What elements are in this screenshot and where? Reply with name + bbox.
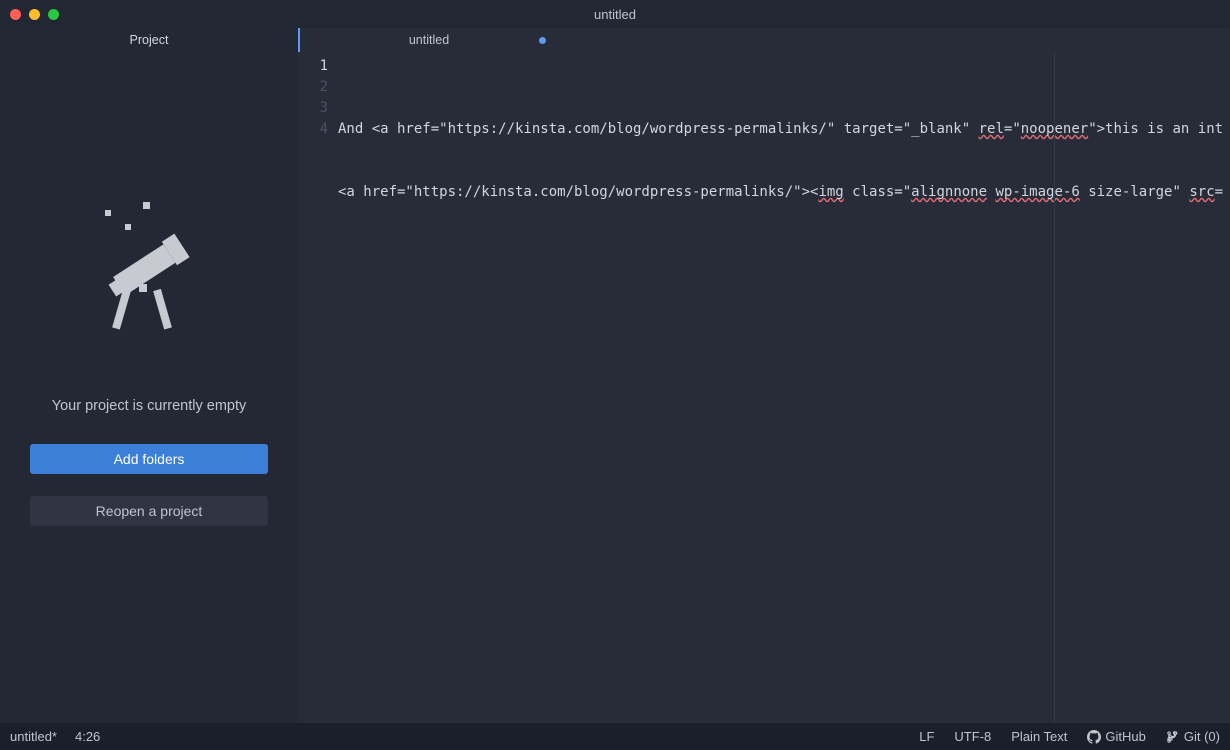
line-number: 4: [298, 119, 328, 140]
code-line[interactable]: And <a href="https://kinsta.com/blog/wor…: [338, 119, 1230, 140]
line-number: 1: [298, 56, 328, 77]
code-line[interactable]: [338, 140, 1230, 161]
status-filename[interactable]: untitled*: [10, 729, 57, 744]
horizontal-scrollbar[interactable]: [338, 711, 1230, 719]
title-bar: untitled: [0, 0, 1230, 28]
add-folders-button[interactable]: Add folders: [30, 444, 268, 474]
sidebar-tab-label: Project: [130, 33, 169, 47]
status-github-label: GitHub: [1105, 729, 1145, 744]
editor-tab-title: untitled: [409, 33, 449, 47]
code-content[interactable]: And <a href="https://kinsta.com/blog/wor…: [338, 52, 1230, 723]
sidebar: Project Your project is c: [0, 28, 298, 723]
dirty-indicator-icon: [539, 37, 546, 44]
status-encoding[interactable]: UTF-8: [954, 729, 991, 744]
close-window-button[interactable]: [10, 9, 21, 20]
editor-tabs: untitled: [298, 28, 1230, 52]
status-github[interactable]: GitHub: [1087, 729, 1145, 744]
status-line-ending[interactable]: LF: [919, 729, 934, 744]
wrap-guide: [1054, 52, 1055, 723]
status-grammar[interactable]: Plain Text: [1011, 729, 1067, 744]
telescope-icon: [99, 198, 199, 338]
reopen-project-button[interactable]: Reopen a project: [30, 496, 268, 526]
project-empty-state: Your project is currently empty Add fold…: [0, 52, 298, 723]
status-bar: untitled* 4:26 LF UTF-8 Plain Text GitHu…: [0, 723, 1230, 750]
github-icon: [1087, 730, 1101, 744]
code-line[interactable]: <a href="https://kinsta.com/blog/wordpre…: [338, 182, 1230, 203]
traffic-lights: [10, 9, 59, 20]
status-cursor-position[interactable]: 4:26: [75, 729, 100, 744]
editor-tab-untitled[interactable]: untitled: [298, 28, 560, 52]
minimize-window-button[interactable]: [29, 9, 40, 20]
line-number-gutter: 1234: [298, 52, 338, 723]
empty-project-message: Your project is currently empty: [52, 398, 247, 414]
main-body: Project Your project is c: [0, 28, 1230, 723]
code-line[interactable]: [338, 161, 1230, 182]
status-git[interactable]: Git (0): [1166, 729, 1220, 744]
window-title: untitled: [594, 7, 636, 22]
line-number: 2: [298, 77, 328, 98]
sidebar-tab-project[interactable]: Project: [0, 28, 298, 52]
code-area[interactable]: 1234 And <a href="https://kinsta.com/blo…: [298, 52, 1230, 723]
status-git-label: Git (0): [1184, 729, 1220, 744]
line-number: 3: [298, 98, 328, 119]
maximize-window-button[interactable]: [48, 9, 59, 20]
git-branch-icon: [1166, 730, 1180, 744]
editor-pane: untitled 1234 And <a href="https://kinst…: [298, 28, 1230, 723]
